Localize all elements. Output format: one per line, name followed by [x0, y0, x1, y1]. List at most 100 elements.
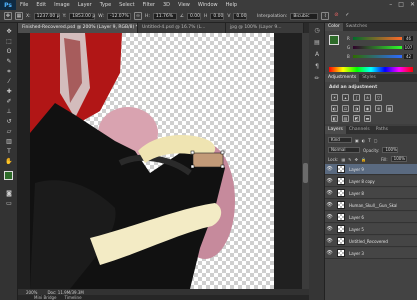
- hue-saturation-icon[interactable]: ◐: [331, 105, 338, 112]
- gradient-map-icon[interactable]: ▬: [364, 115, 371, 122]
- cancel-transform-icon[interactable]: ⊘: [332, 12, 340, 20]
- interpolation-select[interactable]: Bicubic: [290, 12, 319, 20]
- menu-help[interactable]: Help: [222, 2, 241, 8]
- threshold-icon[interactable]: ◩: [353, 115, 360, 122]
- layer-name[interactable]: Layer 8 copy: [349, 179, 375, 184]
- angle-field[interactable]: 0.00: [186, 12, 201, 20]
- visibility-eye-icon[interactable]: 👁: [325, 214, 334, 220]
- close-button[interactable]: ✕: [410, 1, 415, 8]
- menu-view[interactable]: View: [174, 2, 194, 8]
- visibility-eye-icon[interactable]: 👁: [325, 226, 334, 232]
- menu-type[interactable]: Type: [96, 2, 115, 8]
- blue-slider[interactable]: B 42: [347, 53, 413, 59]
- fill-field[interactable]: 100%: [390, 156, 407, 162]
- layer-row[interactable]: 👁 Untitled_Recovered: [325, 236, 417, 247]
- exposure-icon[interactable]: ±: [364, 94, 371, 101]
- healing-brush-icon[interactable]: ✚: [4, 87, 14, 96]
- screen-mode-icon[interactable]: ▭: [4, 199, 14, 208]
- menu-window[interactable]: Window: [194, 2, 222, 8]
- red-slider-bar[interactable]: [353, 36, 402, 40]
- crop-icon[interactable]: ⌗: [4, 67, 14, 76]
- tab-channels[interactable]: Channels: [346, 126, 373, 134]
- scrollbar-thumb[interactable]: [303, 163, 308, 183]
- vertical-scrollbar[interactable]: [302, 33, 309, 289]
- character-icon[interactable]: A: [313, 51, 321, 59]
- menu-image[interactable]: Image: [50, 2, 74, 8]
- filter-shape-icon[interactable]: ▢: [374, 138, 378, 143]
- invert-icon[interactable]: ◧: [331, 115, 338, 122]
- width-field[interactable]: -12.07%: [106, 12, 131, 20]
- warp-icon[interactable]: ⌇: [321, 12, 330, 20]
- menu-file[interactable]: File: [16, 2, 32, 8]
- timeline-tab[interactable]: Timeline: [65, 295, 82, 300]
- x-field[interactable]: 1237.00 p: [33, 12, 60, 20]
- tab-color[interactable]: Color: [325, 23, 343, 31]
- hand-icon[interactable]: ✋: [4, 157, 14, 166]
- h-skew-field[interactable]: 0.00: [210, 12, 225, 20]
- tab-untitled-4[interactable]: Untitled-4.psd @ 16.7% (L...: [138, 23, 226, 33]
- visibility-eye-icon[interactable]: 👁: [325, 166, 334, 172]
- green-slider[interactable]: G 107: [347, 44, 413, 50]
- menu-layer[interactable]: Layer: [74, 2, 96, 8]
- levels-icon[interactable]: ▴: [342, 94, 349, 101]
- link-icon[interactable]: ∞: [133, 12, 142, 20]
- lock-all-icon[interactable]: 🔒: [361, 157, 366, 162]
- filter-adjust-icon[interactable]: ◐: [362, 138, 366, 143]
- blend-mode-select[interactable]: Normal: [328, 147, 360, 153]
- move-icon[interactable]: ✥: [4, 27, 14, 36]
- kind-filter-select[interactable]: Kind: [328, 137, 352, 143]
- height-field[interactable]: 11.76%: [152, 12, 177, 20]
- layer-name[interactable]: Human_Skull__Gun_Skal: [349, 203, 397, 208]
- color-lookup-icon[interactable]: ▦: [386, 105, 393, 112]
- visibility-eye-icon[interactable]: 👁: [325, 202, 334, 208]
- zoom-level[interactable]: 200%: [26, 290, 37, 295]
- layer-row[interactable]: 👁 Layer 8: [325, 188, 417, 199]
- paragraph-icon[interactable]: ¶: [313, 63, 321, 71]
- red-slider[interactable]: R 46: [347, 35, 413, 41]
- green-slider-bar[interactable]: [353, 45, 402, 49]
- blue-slider-bar[interactable]: [353, 54, 402, 58]
- move-tool-icon[interactable]: ✥: [4, 12, 12, 20]
- lock-transparency-icon[interactable]: ▦: [341, 157, 345, 162]
- layer-row[interactable]: 👁 Layer 8 copy: [325, 176, 417, 187]
- layer-name[interactable]: Untitled_Recovered: [349, 239, 388, 244]
- y-field[interactable]: 1853.00 p: [69, 12, 96, 20]
- menu-select[interactable]: Select: [115, 2, 138, 8]
- tab-finished-recovered[interactable]: Finished-Recovered.psd @ 200% (Layer 9, …: [18, 23, 138, 33]
- reference-point-icon[interactable]: ▦: [15, 12, 23, 20]
- layer-row[interactable]: 👁 Layer 6: [325, 212, 417, 223]
- layer-name[interactable]: Layer 8: [349, 191, 364, 196]
- channel-mixer-icon[interactable]: ⊕: [375, 105, 382, 112]
- layer-name[interactable]: Layer 6: [349, 215, 364, 220]
- eraser-icon[interactable]: ▱: [4, 127, 14, 136]
- layer-name[interactable]: Layer 5: [349, 227, 364, 232]
- opacity-field[interactable]: 100%: [382, 147, 399, 153]
- gradient-icon[interactable]: ▥: [4, 137, 14, 146]
- tab-jpg[interactable]: jpg @ 100% (Layer 9...: [226, 23, 304, 33]
- quick-select-icon[interactable]: ✎: [4, 57, 14, 66]
- layer-row[interactable]: 👁 Layer 5: [325, 224, 417, 235]
- filter-pixel-icon[interactable]: ▣: [355, 138, 359, 143]
- v-skew-field[interactable]: 0.00: [233, 12, 248, 20]
- photo-filter-icon[interactable]: ◉: [364, 105, 371, 112]
- visibility-eye-icon[interactable]: 👁: [325, 190, 334, 196]
- brush-preset-icon[interactable]: ✏: [313, 75, 321, 83]
- tab-paths[interactable]: Paths: [373, 126, 391, 134]
- black-white-icon[interactable]: ◑: [353, 105, 360, 112]
- marquee-icon[interactable]: ⬚: [4, 37, 14, 46]
- foreground-color-swatch[interactable]: [4, 171, 13, 180]
- canvas-area[interactable]: [18, 33, 302, 289]
- history-icon[interactable]: ◷: [313, 27, 321, 35]
- tab-adjustments[interactable]: Adjustments: [325, 74, 360, 82]
- maximize-button[interactable]: □: [398, 1, 404, 8]
- eyedropper-icon[interactable]: ⁄: [4, 77, 14, 86]
- tab-swatches[interactable]: Swatches: [343, 23, 371, 31]
- brush-icon[interactable]: ✐: [4, 97, 14, 106]
- lock-move-icon[interactable]: ✥: [355, 157, 358, 162]
- vibrance-icon[interactable]: ▽: [375, 94, 382, 101]
- history-brush-icon[interactable]: ↺: [4, 117, 14, 126]
- layer-row[interactable]: 👁 Layer 3: [325, 248, 417, 259]
- visibility-eye-icon[interactable]: 👁: [325, 250, 334, 256]
- brightness-icon[interactable]: ☀: [331, 94, 338, 101]
- color-spectrum[interactable]: [329, 67, 413, 72]
